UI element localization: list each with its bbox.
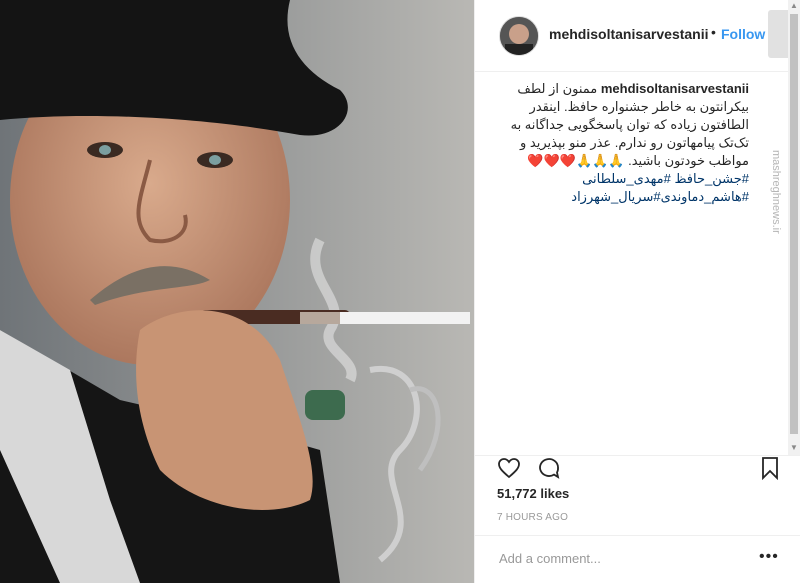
separator-dot: • bbox=[711, 24, 716, 40]
caption-hashtags[interactable]: #جشن_حافظ #مهدی_سلطانی #هاشم_دماوندی#سری… bbox=[497, 170, 749, 206]
caption-scrollbar[interactable]: ▲ ▼ bbox=[788, 0, 800, 455]
more-options-icon[interactable]: ••• bbox=[759, 548, 779, 566]
watermark-text: mashreghnews.ir bbox=[770, 150, 782, 234]
post-sidebar: mehdisoltanisarvestanii • Follow mehdiso… bbox=[474, 0, 800, 583]
comment-icon[interactable] bbox=[537, 456, 561, 480]
bookmark-icon[interactable] bbox=[758, 456, 782, 480]
username-link[interactable]: mehdisoltanisarvestanii bbox=[549, 26, 709, 42]
scroll-up-icon[interactable]: ▲ bbox=[790, 2, 798, 10]
comment-input[interactable] bbox=[497, 550, 751, 567]
avatar[interactable] bbox=[499, 16, 539, 56]
scroll-down-icon[interactable]: ▼ bbox=[790, 444, 798, 452]
post-header: mehdisoltanisarvestanii • Follow bbox=[475, 0, 800, 72]
caption-username[interactable]: mehdisoltanisarvestanii bbox=[601, 81, 749, 96]
scrollbar-thumb[interactable] bbox=[790, 14, 798, 434]
follow-button[interactable]: Follow bbox=[721, 26, 765, 42]
post-photo[interactable] bbox=[0, 0, 474, 583]
post-caption: mehdisoltanisarvestanii ممنون از لطف بیک… bbox=[497, 80, 749, 206]
comment-bar: ••• bbox=[475, 535, 800, 583]
post-image bbox=[0, 0, 474, 583]
like-count[interactable]: 51,772 likes bbox=[497, 486, 569, 501]
heart-icon[interactable] bbox=[497, 456, 521, 480]
post-timestamp[interactable]: 7 HOURS AGO bbox=[497, 512, 568, 523]
avatar-image bbox=[500, 17, 538, 55]
